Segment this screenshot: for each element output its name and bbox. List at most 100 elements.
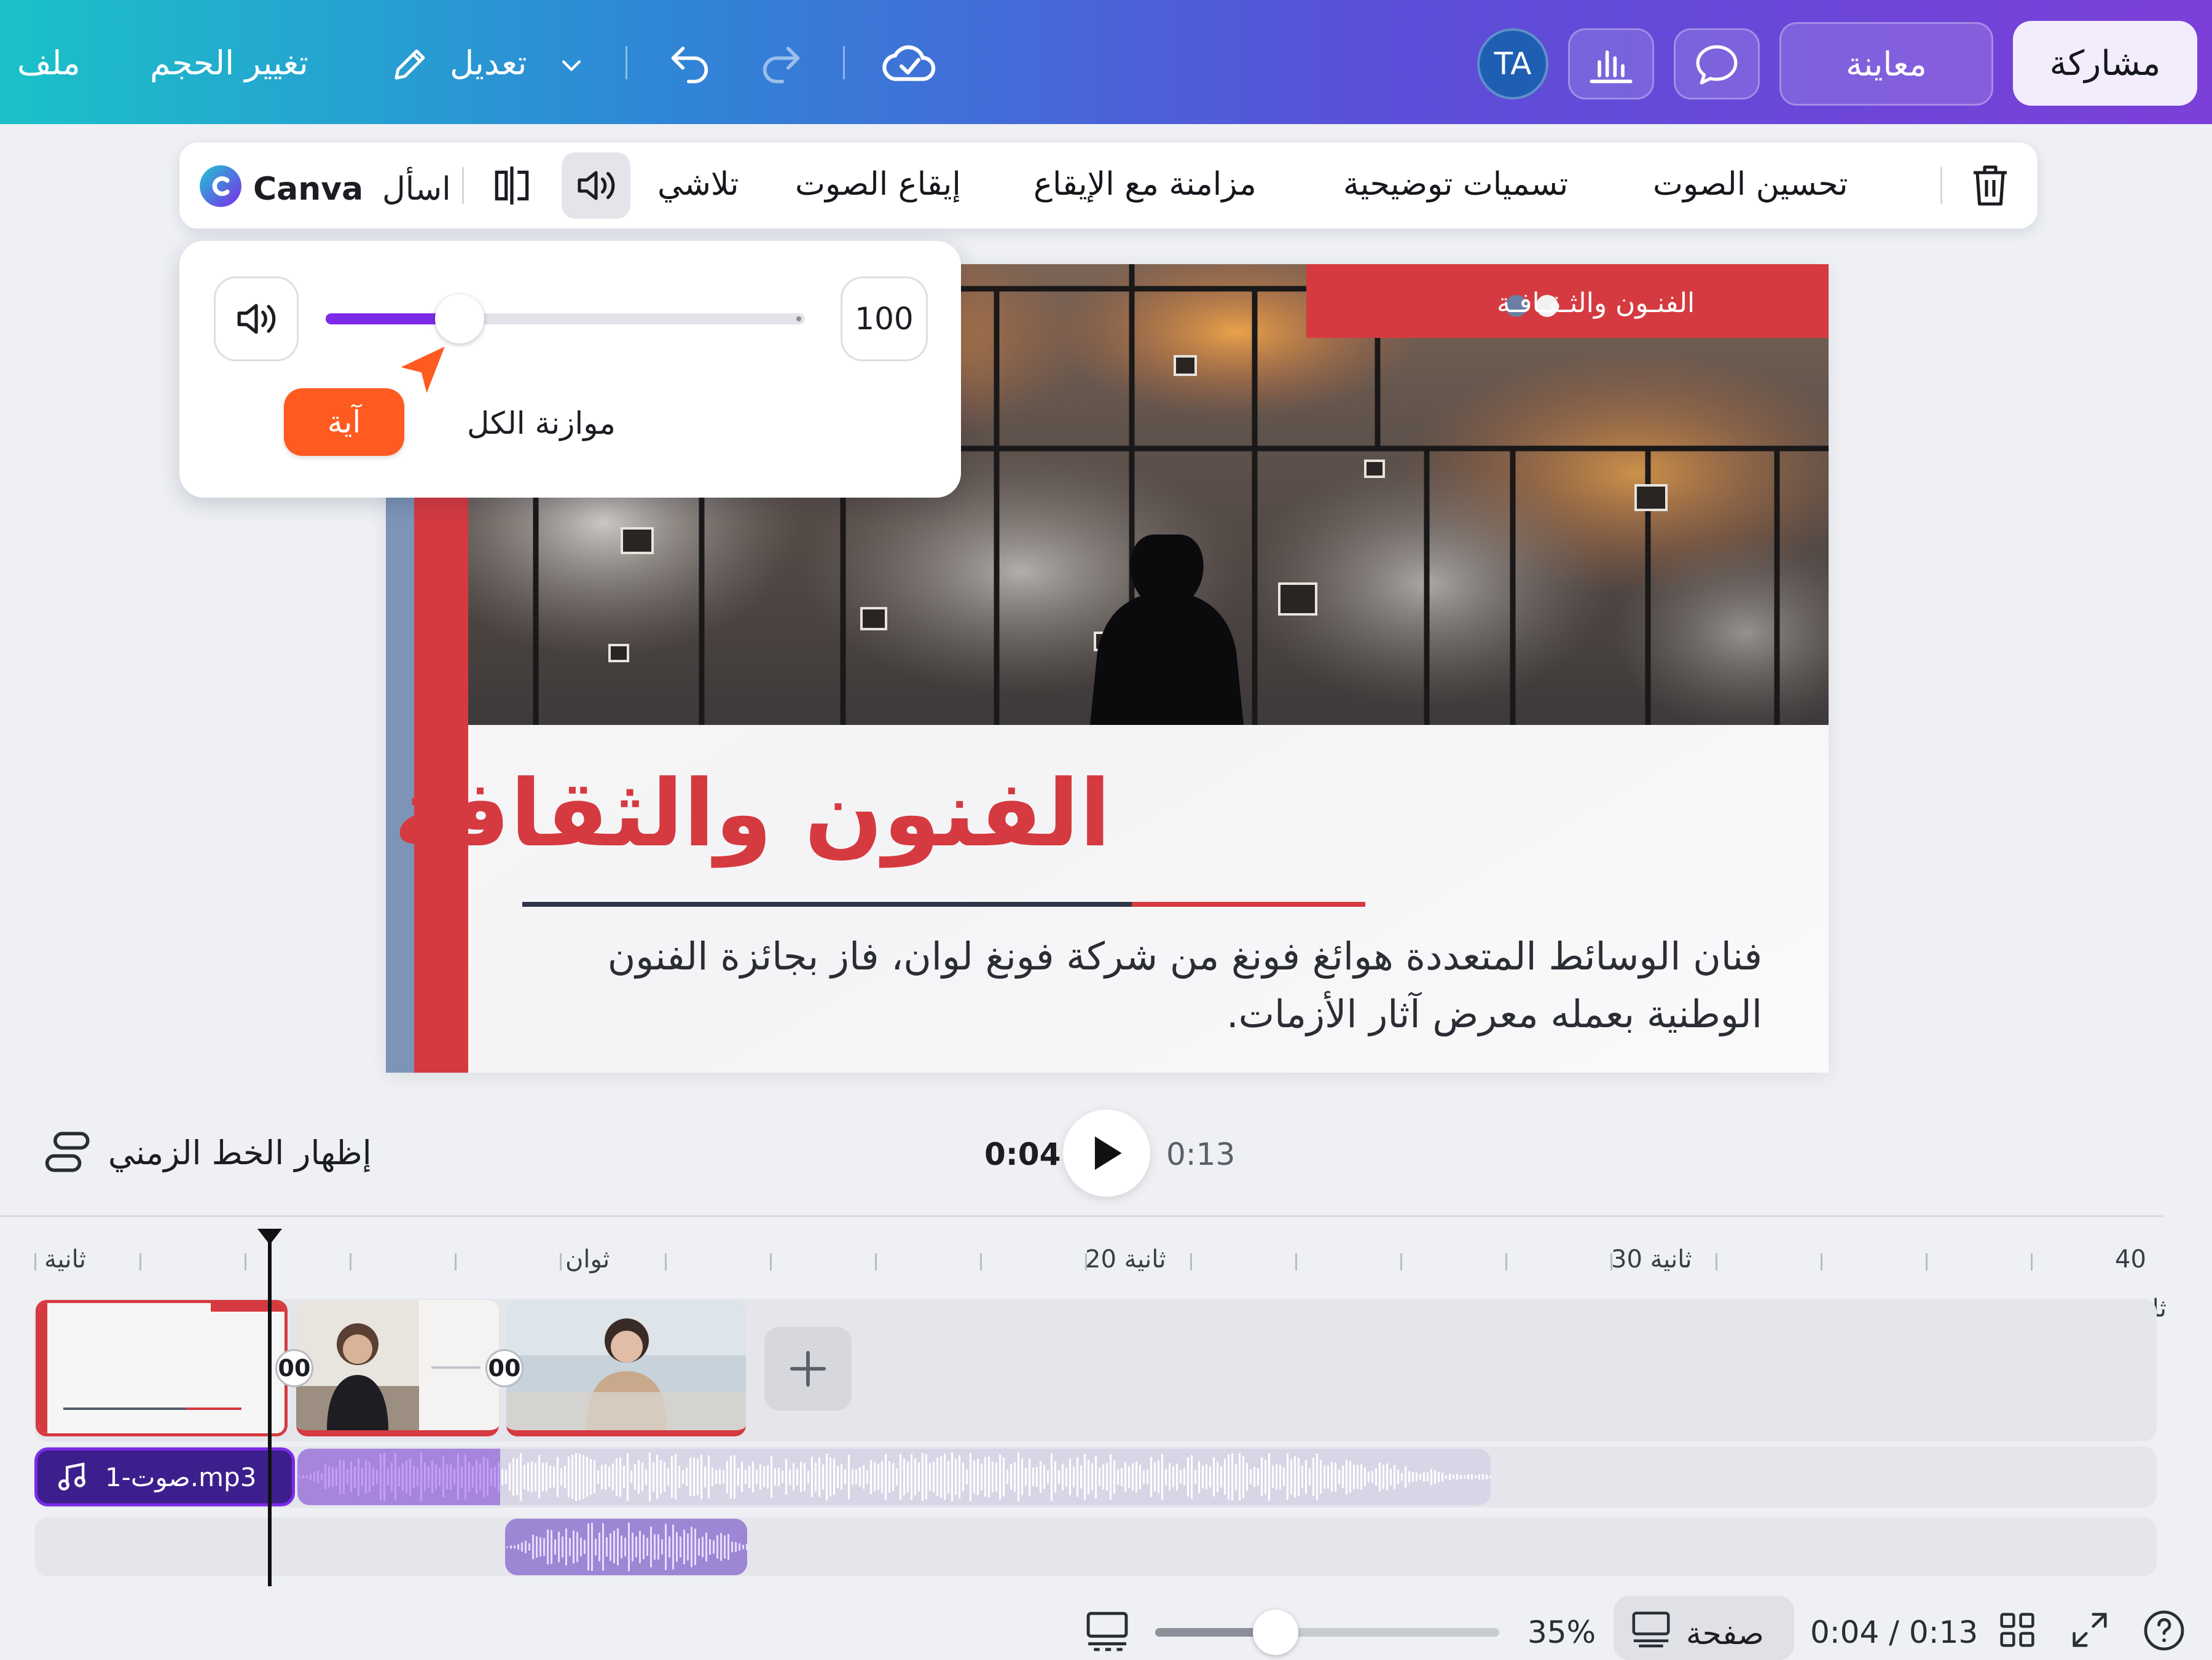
waveform-bar (1283, 1468, 1285, 1486)
waveform-bar (672, 1524, 674, 1570)
show-timeline-button[interactable]: إظهار الخط الزمني (108, 1137, 372, 1170)
beat-sync-button[interactable]: مزامنة مع الإيقاع (1033, 168, 1257, 200)
waveform-bar (547, 1529, 549, 1565)
captions-button[interactable]: تسميات توضيحية (1343, 168, 1568, 200)
zoom-percent[interactable]: 35% (1528, 1617, 1596, 1648)
cloud-check-icon[interactable] (882, 38, 938, 86)
volume-value-field[interactable]: 100 (841, 276, 928, 361)
waveform-bar (531, 1462, 533, 1492)
redo-icon[interactable] (757, 41, 804, 84)
page-view-button[interactable]: صفحة (1614, 1596, 1794, 1660)
waveform-bar (1220, 1466, 1222, 1487)
waveform-bar (667, 1468, 669, 1486)
waveform-bar (605, 1464, 606, 1490)
timeline-toggle-icon[interactable] (43, 1129, 96, 1175)
waveform-bar (665, 1524, 667, 1570)
transition-button[interactable]: 00 (275, 1349, 313, 1387)
waveform-bar (576, 1532, 578, 1562)
waveform-bar (691, 1527, 692, 1567)
preview-button-label: معاينة (1846, 44, 1927, 84)
analytics-button[interactable] (1568, 28, 1654, 100)
enhance-audio-button[interactable]: تحسين الصوت (1653, 168, 1848, 200)
waveform-bar (551, 1530, 552, 1564)
resize-menu[interactable]: تغيير الحجم (150, 47, 308, 80)
share-button[interactable]: مشاركة (2013, 21, 2197, 106)
waveform-bar (1445, 1475, 1447, 1479)
waveform-bar (1040, 1461, 1041, 1493)
transition-button[interactable]: 00 (485, 1349, 524, 1387)
edit-menu[interactable]: تعديل (386, 38, 595, 87)
waveform-bar (1412, 1472, 1414, 1482)
waveform-bar (628, 1522, 630, 1572)
waveform-bar (1102, 1464, 1104, 1490)
waveform-bar (602, 1523, 604, 1571)
waveform-bar (785, 1459, 787, 1495)
mute-button[interactable] (214, 276, 299, 361)
balance-all-label[interactable]: موازنة الكل (467, 405, 616, 441)
zoom-slider[interactable] (1155, 1610, 1499, 1655)
waveform-bar (741, 1462, 743, 1492)
waveform-bar (1224, 1459, 1226, 1495)
waveform-bar (560, 1468, 562, 1486)
comment-button[interactable] (1674, 28, 1760, 100)
help-icon[interactable] (2142, 1608, 2186, 1653)
add-clip-button[interactable] (764, 1327, 852, 1411)
playhead[interactable] (268, 1240, 272, 1586)
file-menu[interactable]: ملف (17, 47, 80, 80)
ask-canva-button[interactable]: Canva اسأل (198, 161, 456, 210)
waveform-bar (1025, 1468, 1027, 1486)
grid-view-icon[interactable] (1998, 1611, 2036, 1649)
waveform-bar (903, 1458, 905, 1495)
waveform-bar (720, 1533, 722, 1561)
preview-button[interactable]: معاينة (1779, 22, 1993, 106)
notes-icon[interactable] (1084, 1610, 1131, 1651)
waveform-bar (634, 1464, 636, 1490)
waveform-bar (1054, 1461, 1056, 1493)
waveform-bar (509, 1463, 511, 1491)
waveform-bar (999, 1454, 1001, 1500)
volume-button[interactable] (562, 152, 630, 219)
waveform-bar (1077, 1457, 1078, 1497)
undo-icon[interactable] (667, 41, 714, 84)
waveform-bar (573, 1530, 575, 1564)
volume-slider-track[interactable] (326, 294, 805, 343)
clip-1[interactable] (36, 1300, 288, 1436)
waveform-bar (693, 1458, 695, 1496)
waveform-bar (1191, 1455, 1193, 1499)
play-icon (1094, 1136, 1122, 1170)
waveform-bar (1139, 1465, 1141, 1489)
ruler-tick (980, 1253, 982, 1270)
zoom-slider-handle[interactable] (1253, 1610, 1298, 1655)
waveform-bar (1246, 1463, 1248, 1491)
audio-clip-2[interactable] (505, 1519, 747, 1575)
ruler-tick (1190, 1253, 1192, 1270)
waveform-bar (778, 1468, 780, 1486)
slide-title[interactable]: الفنون والثقافة (394, 768, 1111, 860)
trash-icon[interactable] (1969, 163, 2012, 208)
audio-rhythm-button[interactable]: إيقاع الصوت (795, 168, 961, 200)
play-button[interactable] (1063, 1110, 1150, 1197)
waveform-bar (698, 1538, 700, 1556)
clip-2[interactable] (296, 1300, 499, 1436)
fade-button[interactable]: تلاشي (657, 168, 739, 200)
waveform-bar (584, 1540, 586, 1554)
audio-track-label[interactable]: صوت-1.mp3 (34, 1447, 295, 1506)
split-icon[interactable] (489, 165, 535, 206)
fullscreen-icon[interactable] (2071, 1611, 2109, 1649)
slide-body-text[interactable]: فنان الوسائط المتعددة هوائغ فونغ من شركة… (521, 928, 1762, 1043)
waveform-bar (944, 1454, 946, 1500)
waveform-bar (811, 1457, 813, 1497)
avatar[interactable]: TA (1477, 28, 1548, 100)
waveform-bar (671, 1456, 673, 1498)
waveform-bar (709, 1539, 711, 1555)
volume-slider-handle[interactable] (435, 294, 485, 343)
waveform-bar (512, 1458, 514, 1496)
clip-3[interactable] (506, 1300, 746, 1436)
playhead-marker-icon[interactable] (256, 1227, 283, 1246)
waveform-bar (702, 1537, 704, 1557)
waveform-bar (1298, 1457, 1300, 1497)
waveform-bar (1106, 1463, 1108, 1491)
waveform-bar (826, 1454, 828, 1500)
waveform-bar (1003, 1457, 1005, 1497)
waveform-bar (955, 1458, 957, 1495)
